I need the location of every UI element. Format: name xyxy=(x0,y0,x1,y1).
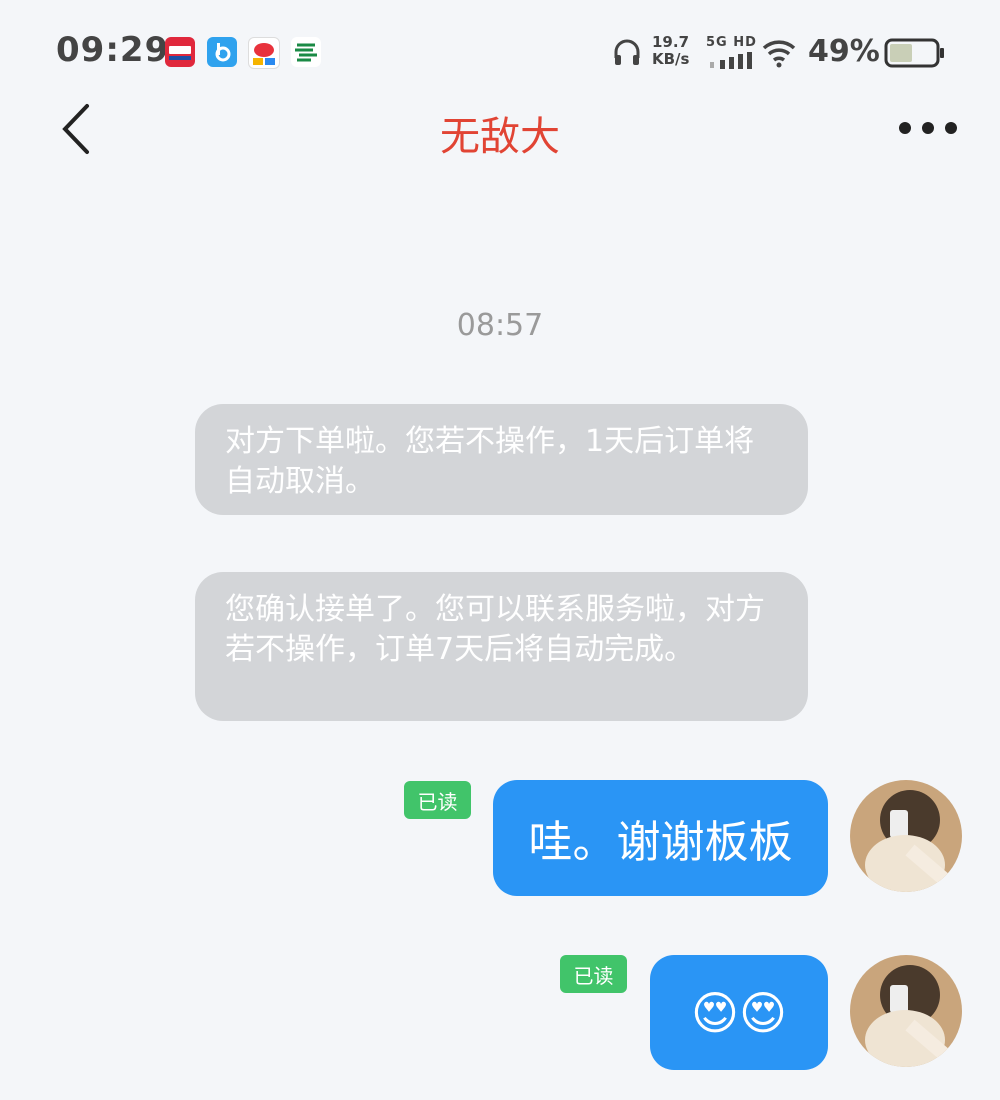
wifi-icon xyxy=(762,38,796,68)
status-time: 09:29 xyxy=(56,30,170,70)
system-message: 您确认接单了。您可以联系服务啦，对方若不操作，订单7天后将自动完成。 xyxy=(195,572,808,721)
my-message-bubble[interactable]: 哇。谢谢板板 xyxy=(493,780,828,896)
message-text: 哇。谢谢板板 xyxy=(528,817,793,868)
china-post-icon xyxy=(291,37,321,67)
chat-title: 无敌大 xyxy=(440,114,560,160)
avatar[interactable] xyxy=(850,780,962,892)
chat-timestamp: 08:57 xyxy=(456,308,544,343)
network-type: 5G HD xyxy=(706,35,757,50)
baidu-icon xyxy=(207,37,237,67)
my-message-bubble[interactable]: 😍😍 xyxy=(650,955,828,1070)
network-speed-value: 19.7 xyxy=(652,33,690,51)
chat-app-icon xyxy=(248,37,280,69)
more-dots-icon xyxy=(899,122,957,134)
battery-icon xyxy=(884,38,946,68)
network-speed-unit: KB/s xyxy=(652,50,690,68)
emoji-heart-eyes-text: 😍😍 xyxy=(691,985,787,1040)
network-speed: 19.7 KB/s xyxy=(652,34,689,68)
read-receipt-badge: 已读 xyxy=(404,781,471,819)
avatar[interactable] xyxy=(850,955,962,1067)
more-options-button[interactable] xyxy=(893,118,963,138)
nav-bar: 无敌大 xyxy=(0,100,1000,160)
status-bar: 09:29 19.7 KB/s 5G HD 49% xyxy=(0,0,1000,100)
signal-bars-icon xyxy=(708,52,754,70)
battery-percent: 49% xyxy=(808,34,880,69)
xiaohongshu-icon xyxy=(165,37,195,67)
read-receipt-badge: 已读 xyxy=(560,955,627,993)
system-message: 对方下单啦。您若不操作，1天后订单将自动取消。 xyxy=(195,404,808,515)
headphones-icon xyxy=(612,38,642,68)
